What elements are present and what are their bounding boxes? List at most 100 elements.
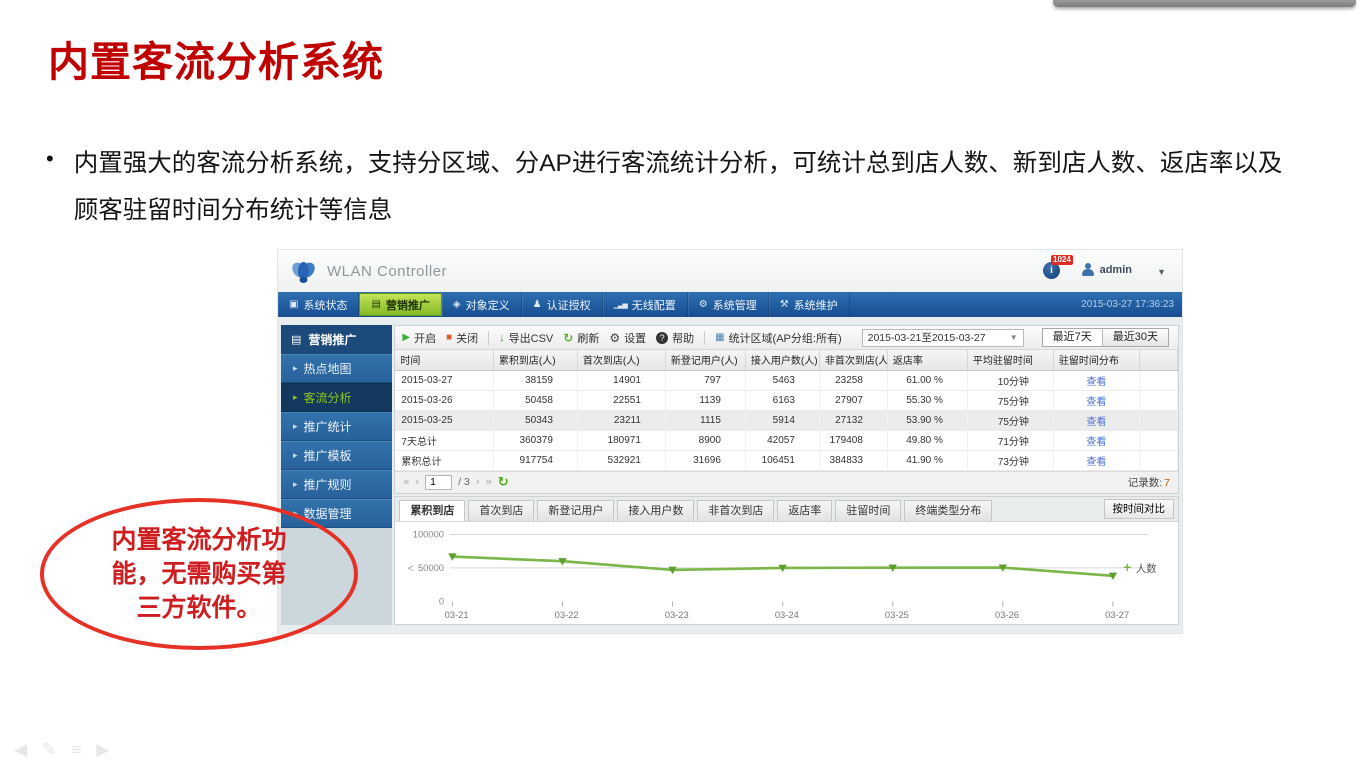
nav-tab-object-define[interactable]: ◈ 对象定义 <box>442 292 522 317</box>
chart-tab-access-users[interactable]: 接入用户数 <box>617 500 694 521</box>
slide: 内置客流分析系统 • 内置强大的客流分析系统，支持分区域、分AP进行客流统计分析… <box>0 0 1366 768</box>
sidebar-item-flow-analysis[interactable]: ▸ 客流分析 <box>281 383 392 412</box>
system-time: 2015-03-27 17:36:23 <box>1081 292 1174 317</box>
chevron-down-icon: ▼ <box>1010 333 1018 342</box>
user-menu[interactable]: admin <box>1082 263 1132 276</box>
view-link[interactable]: 查看 <box>1086 397 1106 408</box>
sidebar-header: ▤ 营销推广 <box>281 325 392 354</box>
svg-text:03-23: 03-23 <box>665 609 689 620</box>
last-7-days-button[interactable]: 最近7天 <box>1043 329 1102 346</box>
gear-icon: ⚙ <box>699 299 708 310</box>
sidebar-item-promo-rules[interactable]: ▸ 推广规则 <box>281 470 392 499</box>
help-icon: ? <box>656 332 668 344</box>
refresh-button[interactable]: ↻ 刷新 <box>563 330 599 346</box>
date-range-select[interactable]: 2015-03-21至2015-03-27 ▼ <box>862 329 1024 347</box>
column-header-filler <box>1139 350 1177 370</box>
monitor-icon: ▣ <box>289 299 298 310</box>
svg-text:100000: 100000 <box>413 528 444 539</box>
column-header: 返店率 <box>887 350 967 370</box>
bullet-row: • 内置强大的客流分析系统，支持分区域、分AP进行客流统计分析，可统计总到店人数… <box>46 140 1286 234</box>
column-header: 非首次到店(人) <box>819 350 887 370</box>
app-body: ▤ 营销推广 ▸ 热点地图 ▸ 客流分析 ▸ 推广统计 ▸ 推广模板 <box>278 317 1182 633</box>
column-header: 平均驻留时间 <box>967 350 1053 370</box>
annotation-ellipse: 内置客流分析功 能，无需购买第 三方软件。 <box>40 498 358 650</box>
region-selector[interactable]: ▦ 统计区域(AP分组:所有) <box>715 330 842 346</box>
cube-icon: ◈ <box>453 299 461 310</box>
chart-tab-first-visit[interactable]: 首次到店 <box>468 500 534 521</box>
page-total: / 3 <box>458 476 470 488</box>
table-row: 2015-03-255034323211111559142713253.90 %… <box>395 410 1177 430</box>
reload-icon[interactable]: ↻ <box>498 474 509 490</box>
arrow-right-icon: ▸ <box>293 392 298 403</box>
view-link[interactable]: 查看 <box>1086 437 1106 448</box>
column-header: 时间 <box>395 350 493 370</box>
annotation-line: 能，无需购买第 <box>44 557 354 591</box>
help-button[interactable]: ? 帮助 <box>656 330 694 346</box>
chart-tab-dwell-time[interactable]: 驻留时间 <box>835 500 901 521</box>
bullet-text: 内置强大的客流分析系统，支持分区域、分AP进行客流统计分析，可统计总到店人数、新… <box>74 140 1286 234</box>
arrow-right-icon: ▸ <box>293 479 298 490</box>
nav-tab-system-maintain[interactable]: ⚒ 系统维护 <box>769 292 850 317</box>
chart-tab-return-rate[interactable]: 返店率 <box>777 500 832 521</box>
svg-text:03-22: 03-22 <box>555 609 579 620</box>
toolbar-divider <box>704 331 705 345</box>
table-head: 时间累积到店(人)首次到店(人)新登记用户(人)接入用户数(人)非首次到店(人)… <box>395 350 1177 370</box>
notification-badge: 1024 <box>1051 255 1073 265</box>
view-link[interactable]: 查看 <box>1086 417 1106 428</box>
user-dropdown-caret-icon[interactable]: ▼ <box>1157 267 1166 277</box>
wrench-icon: ⚒ <box>780 299 789 310</box>
last-30-days-button[interactable]: 最近30天 <box>1102 329 1168 346</box>
svg-text:03-25: 03-25 <box>885 609 909 620</box>
user-name: admin <box>1100 264 1132 276</box>
chart-tab-returning[interactable]: 非首次到店 <box>697 500 774 521</box>
sidebar-item-hotspot-map[interactable]: ▸ 热点地图 <box>281 354 392 383</box>
next-page-icon[interactable]: › <box>476 476 480 488</box>
column-header: 新登记用户(人) <box>665 350 745 370</box>
svg-text:人数: 人数 <box>1136 562 1157 575</box>
export-csv-button[interactable]: ↓ 导出CSV <box>499 330 553 346</box>
annotation-line: 三方软件。 <box>44 591 354 625</box>
notification-icon[interactable]: i 1024 <box>1043 262 1060 279</box>
record-count: 记录数:7 <box>1128 475 1170 490</box>
settings-button[interactable]: ⚙ 设置 <box>609 330 646 346</box>
table-row: 累积总计9177545329213169610645138483341.90 %… <box>395 450 1177 470</box>
presenter-next-icon[interactable]: ▶ <box>96 740 109 760</box>
download-icon: ↓ <box>499 332 505 344</box>
svg-text:50000: 50000 <box>418 562 444 573</box>
first-page-icon[interactable]: « <box>403 476 409 488</box>
svg-text:03-26: 03-26 <box>995 609 1019 620</box>
chart-tab-terminal-type[interactable]: 终端类型分布 <box>904 500 992 521</box>
app-header: WLAN Controller i 1024 admin ▼ <box>278 250 1182 292</box>
user-icon <box>1082 263 1094 276</box>
view-link[interactable]: 查看 <box>1086 457 1106 468</box>
nav-tab-system-manage[interactable]: ⚙ 系统管理 <box>688 292 769 317</box>
nav-tab-marketing[interactable]: ▤ 营销推广 <box>359 293 441 316</box>
nav-tab-system-status[interactable]: ▣ 系统状态 <box>278 292 359 317</box>
sidebar-item-promo-stats[interactable]: ▸ 推广统计 <box>281 412 392 441</box>
prev-page-icon[interactable]: ‹ <box>416 476 420 488</box>
flow-chart-svg: 05000010000003-2103-2203-2303-2403-2503-… <box>395 522 1178 624</box>
arrow-right-icon: ▸ <box>293 421 298 432</box>
chart-tab-cumulative[interactable]: 累积到店 <box>399 500 465 521</box>
chart-panel: 累积到店 首次到店 新登记用户 接入用户数 非首次到店 返店率 驻留时间 终端类… <box>394 496 1179 625</box>
start-button[interactable]: ▶ 开启 <box>402 330 436 346</box>
view-link[interactable]: 查看 <box>1086 377 1106 388</box>
compare-by-time-button[interactable]: 按时间对比 <box>1104 499 1175 519</box>
sidebar-item-promo-template[interactable]: ▸ 推广模板 <box>281 441 392 470</box>
last-page-icon[interactable]: » <box>486 476 492 488</box>
table-region-icon: ▦ <box>715 332 724 343</box>
nav-tab-wireless-config[interactable]: ▁▃▅ 无线配置 <box>603 292 688 317</box>
chart-tab-new-registered[interactable]: 新登记用户 <box>537 500 614 521</box>
page-input[interactable] <box>425 475 452 490</box>
bullet-dot: • <box>46 146 54 234</box>
stop-button[interactable]: ■ 关闭 <box>446 330 478 346</box>
presenter-pen-icon[interactable]: ✎ <box>42 740 56 760</box>
table-row: 2015-03-265045822551113961632790755.30 %… <box>395 390 1177 410</box>
column-header: 首次到店(人) <box>577 350 665 370</box>
range-button-group: 最近7天 最近30天 <box>1042 328 1169 347</box>
presenter-menu-icon[interactable]: ≡ <box>71 740 81 760</box>
nav-tab-auth[interactable]: ♟ 认证授权 <box>522 292 603 317</box>
gear-icon: ⚙ <box>609 331 620 345</box>
refresh-icon: ↻ <box>563 331 573 345</box>
presenter-prev-icon[interactable]: ◀ <box>14 740 27 760</box>
